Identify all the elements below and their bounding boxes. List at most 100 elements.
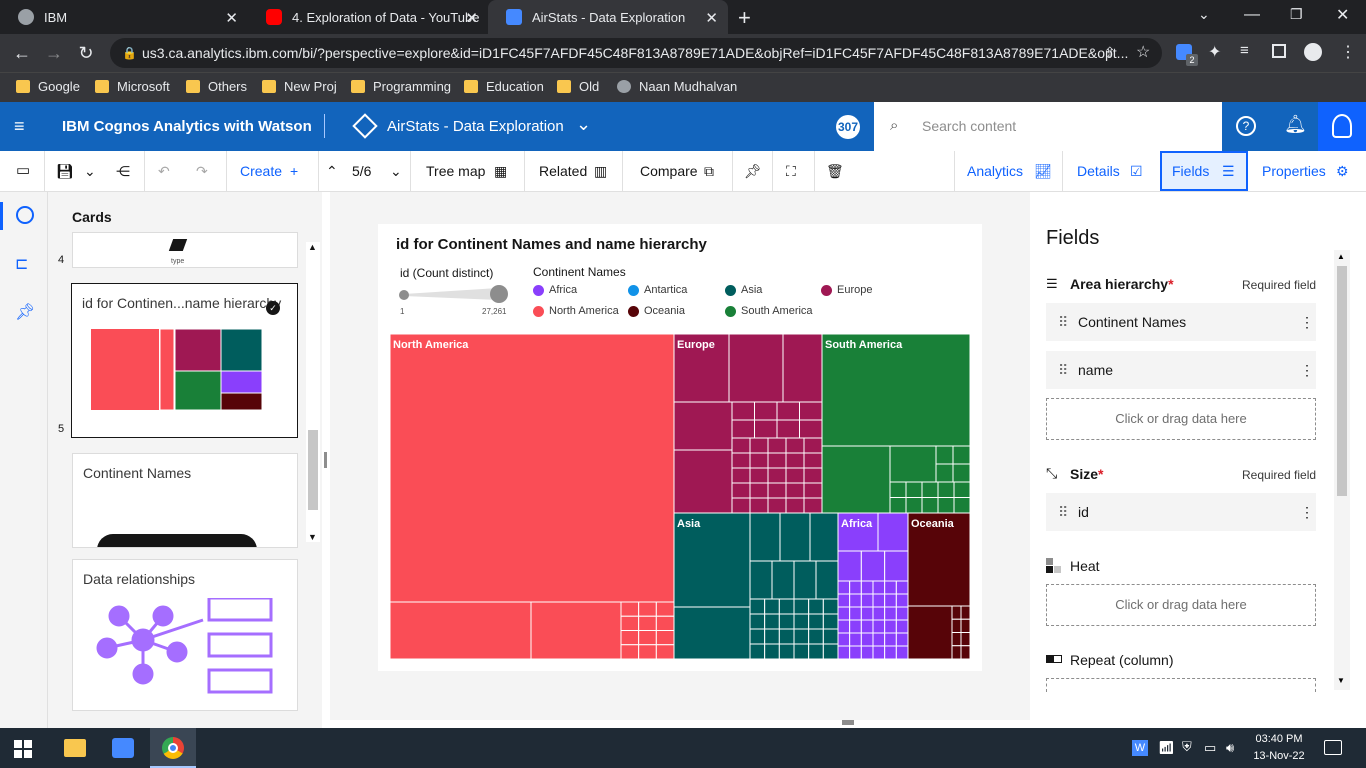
treemap-cell-asia[interactable]	[815, 560, 839, 600]
tab-youtube[interactable]: 4. Exploration of Data - YouTube ✕	[248, 0, 488, 34]
treemap-cell-north-america[interactable]	[638, 601, 657, 617]
treemap-cell-europe[interactable]	[782, 334, 823, 403]
treemap-cell-europe[interactable]	[731, 437, 751, 454]
treemap-cell-asia[interactable]	[809, 512, 839, 562]
treemap-cell-europe[interactable]	[767, 452, 787, 469]
treemap-cell-europe[interactable]	[754, 401, 778, 421]
legend-item[interactable]: Europe	[821, 284, 872, 296]
treemap-cell-south-america[interactable]	[921, 497, 939, 514]
treemap-cell-north-america[interactable]	[655, 615, 675, 631]
treemap-cell-asia[interactable]	[749, 512, 781, 562]
word-tray-icon[interactable]: W	[1132, 740, 1148, 756]
treemap-cell-africa[interactable]	[860, 632, 874, 647]
scroll-down-icon[interactable]: ▼	[1337, 676, 1345, 685]
treemap-cell-south-america[interactable]	[937, 481, 955, 498]
treemap-cell-europe[interactable]	[731, 401, 755, 421]
scroll-thumb[interactable]	[1337, 266, 1347, 496]
treemap-cell-africa[interactable]	[837, 619, 851, 634]
battery-icon[interactable]: ▭	[1204, 740, 1216, 756]
treemap-cell-africa[interactable]	[872, 593, 886, 608]
analytics-tab[interactable]: Analytics	[967, 151, 1023, 191]
treemap-cell-africa[interactable]	[849, 606, 862, 621]
treemap-cell-africa[interactable]	[884, 632, 897, 647]
treemap-cell-europe[interactable]	[749, 437, 769, 454]
clock-date[interactable]: 13-Nov-22	[1252, 750, 1306, 762]
treemap-cell-europe[interactable]	[785, 497, 805, 514]
treemap-cell-oceania[interactable]	[907, 605, 953, 660]
treemap-cell-north-america[interactable]	[620, 601, 640, 617]
treemap-cell-asia[interactable]	[822, 598, 839, 615]
treemap-cell-europe[interactable]	[731, 467, 751, 484]
treemap-cell-africa[interactable]	[860, 580, 874, 595]
chevron-down-icon[interactable]: ⌄	[576, 114, 591, 135]
treemap-cell-africa[interactable]	[884, 606, 897, 621]
treemap-cell-africa[interactable]	[837, 580, 851, 595]
bookmark-new-proj[interactable]: New Proj	[262, 73, 337, 101]
notification-count-badge[interactable]: 307	[836, 115, 860, 139]
tab-search-icon[interactable]: ⌄	[1198, 6, 1210, 23]
wifi-icon[interactable]: 📶︎	[1158, 740, 1175, 756]
treemap-cell-africa[interactable]	[849, 632, 862, 647]
share-icon[interactable]: ⇪	[1104, 44, 1116, 61]
star-icon[interactable]: ☆	[1136, 42, 1150, 62]
profile-icon[interactable]	[1304, 43, 1322, 61]
treemap-cell-north-america[interactable]	[620, 615, 640, 631]
treemap-cell-south-america[interactable]	[953, 497, 970, 514]
treemap-cell-africa[interactable]	[872, 632, 886, 647]
field-name[interactable]: ⠿ name ⋮	[1046, 351, 1316, 389]
treemap-cell-europe[interactable]	[673, 449, 733, 514]
bookmark-education[interactable]: Education	[464, 73, 544, 101]
treemap-cell-south-america[interactable]	[821, 445, 891, 514]
previous-card-icon[interactable]: ⌃	[326, 151, 338, 191]
scroll-down-icon[interactable]: ▼	[308, 532, 317, 542]
treemap-cell-north-america[interactable]	[620, 644, 640, 660]
treemap-cell-europe[interactable]	[785, 452, 805, 469]
undo-icon[interactable]: ↶	[158, 151, 170, 191]
compare-button[interactable]: Compare	[640, 151, 698, 191]
treemap-cell-europe[interactable]	[767, 437, 787, 454]
legend-item[interactable]: Africa	[533, 284, 577, 296]
treemap-cell-oceania[interactable]	[951, 645, 962, 660]
scroll-thumb[interactable]	[308, 430, 318, 510]
side-panel-icon[interactable]	[1272, 44, 1286, 58]
treemap-cell-asia[interactable]	[764, 628, 780, 645]
treemap-cell-asia[interactable]	[793, 560, 817, 600]
treemap-cell-south-america[interactable]	[952, 445, 970, 465]
treemap-cell-asia[interactable]	[778, 598, 795, 615]
treemap-cell-africa[interactable]	[884, 580, 897, 595]
expand-icon[interactable]: ⛶	[786, 151, 796, 191]
treemap-cell-north-america[interactable]	[655, 630, 675, 646]
treemap-cell-asia[interactable]	[749, 643, 766, 660]
treemap-cell-europe[interactable]	[749, 482, 769, 499]
reload-icon[interactable]: ↻	[74, 41, 98, 65]
treemap-cell-asia[interactable]	[822, 643, 839, 660]
treemap-cell-europe[interactable]	[749, 467, 769, 484]
hamburger-icon[interactable]: ≡	[14, 116, 25, 137]
comment-icon[interactable]: ▭	[16, 151, 30, 191]
treemap-cell-africa[interactable]	[895, 606, 909, 621]
treemap-cell-europe[interactable]	[749, 497, 769, 514]
volume-icon[interactable]: 🔊︎	[1226, 740, 1234, 756]
bookmark-microsoft[interactable]: Microsoft	[95, 73, 170, 101]
bell-icon[interactable]: 🔔︎	[1284, 114, 1307, 135]
treemap-cell-north-america[interactable]	[390, 334, 675, 603]
treemap-cell-asia[interactable]	[749, 598, 766, 615]
save-icon[interactable]: 💾︎	[56, 151, 74, 191]
treemap-cell-asia[interactable]	[808, 613, 824, 630]
repeat-drop-zone[interactable]	[1046, 678, 1316, 692]
area-drop-zone[interactable]: Click or drag data here	[1046, 398, 1316, 440]
treemap-cell-south-america[interactable]	[889, 481, 907, 498]
treemap-cell-asia[interactable]	[822, 628, 839, 645]
treemap-cell-asia[interactable]	[764, 643, 780, 660]
treemap-cell-asia[interactable]	[778, 613, 795, 630]
windows-start-icon[interactable]	[14, 740, 32, 758]
menu-icon[interactable]: ⋮	[1340, 42, 1356, 62]
treemap-cell-south-america[interactable]	[935, 463, 954, 483]
treemap-cell-europe[interactable]	[731, 497, 751, 514]
treemap-cell-africa[interactable]	[884, 645, 897, 660]
treemap-cell-africa[interactable]	[884, 619, 897, 634]
treemap-cell-africa[interactable]	[872, 619, 886, 634]
treemap-cell-africa[interactable]	[849, 580, 862, 595]
treemap-cell-asia[interactable]	[808, 643, 824, 660]
forward-icon[interactable]: →	[42, 41, 66, 65]
